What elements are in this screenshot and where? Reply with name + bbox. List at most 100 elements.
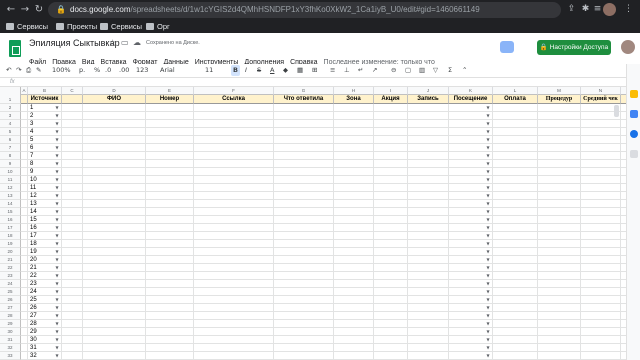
dropdown-arrow-icon[interactable]: ▼ — [485, 136, 491, 144]
column-header-l[interactable]: L — [493, 87, 538, 95]
dropdown-arrow-icon[interactable]: ▼ — [54, 264, 60, 272]
table-row[interactable] — [21, 240, 626, 248]
share-button[interactable]: 🔒 Настройки Доступа — [537, 40, 611, 55]
dropdown-arrow-icon[interactable]: ▼ — [54, 272, 60, 280]
dropdown-arrow-icon[interactable]: ▼ — [485, 168, 491, 176]
table-row[interactable] — [21, 320, 626, 328]
dropdown-arrow-icon[interactable]: ▼ — [485, 120, 491, 128]
header-cell-g[interactable]: Что ответила — [274, 95, 334, 104]
dropdown-arrow-icon[interactable]: ▼ — [54, 112, 60, 120]
row-header-1[interactable]: 1 — [0, 95, 21, 104]
dropdown-arrow-icon[interactable]: ▼ — [54, 184, 60, 192]
column-header-h[interactable]: H — [334, 87, 374, 95]
insert-link-icon[interactable]: ⊖ — [391, 65, 396, 76]
dropdown-arrow-icon[interactable]: ▼ — [54, 200, 60, 208]
row-header[interactable]: 11 — [0, 176, 21, 184]
header-cell-c[interactable] — [62, 95, 83, 104]
dropdown-arrow-icon[interactable]: ▼ — [54, 336, 60, 344]
formula-bar[interactable]: fx — [0, 77, 626, 87]
table-row[interactable] — [21, 160, 626, 168]
dropdown-arrow-icon[interactable]: ▼ — [54, 352, 60, 360]
column-header-j[interactable]: J — [408, 87, 449, 95]
row-header[interactable]: 18 — [0, 232, 21, 240]
column-header-n[interactable]: N — [581, 87, 621, 95]
row-header[interactable]: 2 — [0, 104, 21, 112]
keep-icon[interactable] — [630, 90, 638, 98]
table-row[interactable] — [21, 280, 626, 288]
table-row[interactable] — [21, 120, 626, 128]
dropdown-arrow-icon[interactable]: ▼ — [54, 224, 60, 232]
column-header-o[interactable]: O — [621, 87, 626, 95]
table-row[interactable] — [21, 184, 626, 192]
header-cell-l[interactable]: Оплата — [493, 95, 538, 104]
dropdown-arrow-icon[interactable]: ▼ — [54, 168, 60, 176]
move-folder-icon[interactable]: ▭ — [121, 38, 129, 47]
row-header[interactable]: 15 — [0, 208, 21, 216]
row-header[interactable]: 4 — [0, 120, 21, 128]
row-header[interactable]: 3 — [0, 112, 21, 120]
dropdown-arrow-icon[interactable]: ▼ — [485, 240, 491, 248]
table-row[interactable] — [21, 224, 626, 232]
header-cell-b[interactable]: Источник — [28, 95, 62, 104]
dropdown-arrow-icon[interactable]: ▼ — [54, 136, 60, 144]
table-row[interactable] — [21, 312, 626, 320]
dropdown-arrow-icon[interactable]: ▼ — [54, 176, 60, 184]
column-header-g[interactable]: G — [274, 87, 334, 95]
align-vertical-icon[interactable]: ⊥ — [344, 65, 350, 76]
column-header-e[interactable]: E — [146, 87, 194, 95]
dropdown-arrow-icon[interactable]: ▼ — [485, 272, 491, 280]
dropdown-arrow-icon[interactable]: ▼ — [485, 208, 491, 216]
align-horizontal-icon[interactable]: ≡ — [330, 65, 335, 76]
column-header-k[interactable]: K — [449, 87, 493, 95]
table-row[interactable] — [21, 168, 626, 176]
table-row[interactable] — [21, 128, 626, 136]
row-header[interactable]: 33 — [0, 352, 21, 360]
dropdown-arrow-icon[interactable]: ▼ — [485, 144, 491, 152]
column-header-f[interactable]: F — [194, 87, 274, 95]
dropdown-arrow-icon[interactable]: ▼ — [485, 112, 491, 120]
dropdown-arrow-icon[interactable]: ▼ — [485, 128, 491, 136]
header-cell-a[interactable] — [21, 95, 28, 104]
column-header-i[interactable]: I — [374, 87, 408, 95]
header-cell-f[interactable]: Ссылка — [194, 95, 274, 104]
row-header[interactable]: 9 — [0, 160, 21, 168]
header-cell-n[interactable]: Средний чек — [581, 95, 621, 104]
row-header[interactable]: 7 — [0, 144, 21, 152]
row-header[interactable]: 21 — [0, 256, 21, 264]
bookmark-services-folder[interactable]: Сервисы — [100, 21, 142, 32]
dropdown-arrow-icon[interactable]: ▼ — [54, 120, 60, 128]
row-header[interactable]: 25 — [0, 288, 21, 296]
row-header[interactable]: 26 — [0, 296, 21, 304]
comments-icon[interactable] — [500, 41, 514, 53]
functions-button[interactable]: Σ — [448, 65, 452, 76]
insert-chart-icon[interactable]: ▥ — [419, 65, 425, 76]
table-row[interactable] — [21, 256, 626, 264]
text-wrap-icon[interactable]: ↵ — [358, 65, 363, 76]
address-bar[interactable]: 🔒 docs.google.com/spreadsheets/d/1w1cYGI… — [48, 2, 561, 18]
back-icon[interactable]: ← — [5, 4, 17, 16]
dropdown-arrow-icon[interactable]: ▼ — [54, 288, 60, 296]
header-cell-d[interactable]: ФИО — [83, 95, 146, 104]
row-header[interactable]: 14 — [0, 200, 21, 208]
row-header[interactable]: 20 — [0, 248, 21, 256]
dropdown-arrow-icon[interactable]: ▼ — [54, 344, 60, 352]
row-header[interactable]: 19 — [0, 240, 21, 248]
decrease-decimal-button[interactable]: .0 — [105, 65, 111, 76]
text-rotate-icon[interactable]: ↗ — [372, 65, 377, 76]
row-header[interactable]: 24 — [0, 280, 21, 288]
dropdown-arrow-icon[interactable]: ▼ — [54, 160, 60, 168]
dropdown-arrow-icon[interactable]: ▼ — [485, 352, 491, 360]
dropdown-arrow-icon[interactable]: ▼ — [485, 152, 491, 160]
bookmark-projects[interactable]: Проекты — [56, 21, 97, 32]
dropdown-arrow-icon[interactable]: ▼ — [54, 320, 60, 328]
filter-icon[interactable]: ▽ — [433, 65, 438, 76]
undo-icon[interactable]: ↶ — [6, 65, 11, 76]
table-row[interactable] — [21, 272, 626, 280]
bold-button[interactable]: B — [231, 65, 240, 76]
dropdown-arrow-icon[interactable]: ▼ — [485, 176, 491, 184]
table-row[interactable] — [21, 328, 626, 336]
dropdown-arrow-icon[interactable]: ▼ — [485, 296, 491, 304]
bookmark-org[interactable]: Орг — [146, 21, 170, 32]
dropdown-arrow-icon[interactable]: ▼ — [485, 232, 491, 240]
table-row[interactable] — [21, 216, 626, 224]
